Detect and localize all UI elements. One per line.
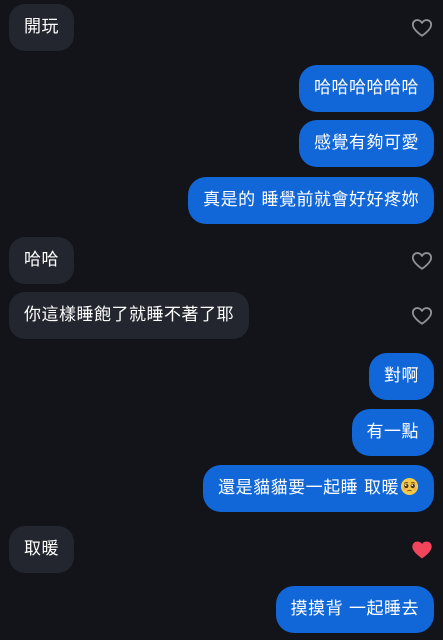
message-text: 開玩: [24, 17, 59, 37]
message-text: 摸摸背 一起睡去: [290, 599, 419, 619]
incoming-message-bubble[interactable]: 開玩: [9, 4, 74, 51]
message-row: 有一點: [0, 409, 443, 456]
outgoing-message-bubble[interactable]: 摸摸背 一起睡去: [275, 586, 434, 633]
message-text: 取暖: [24, 539, 59, 559]
outgoing-message-bubble[interactable]: 感覺有夠可愛: [299, 120, 434, 167]
message-row: 感覺有夠可愛: [0, 120, 443, 167]
heart-outline-icon[interactable]: [411, 17, 433, 39]
message-row: 哈哈: [0, 237, 443, 284]
message-text: 感覺有夠可愛: [314, 133, 419, 153]
message-text: 對啊: [384, 366, 419, 386]
outgoing-message-bubble[interactable]: 真是的 睡覺前就會好好疼妳: [188, 177, 434, 224]
heart-outline-icon[interactable]: [411, 305, 433, 327]
incoming-message-bubble[interactable]: 你這樣睡飽了就睡不著了耶: [9, 292, 249, 339]
message-text: 你這樣睡飽了就睡不著了耶: [24, 305, 234, 325]
heart-outline-icon[interactable]: [411, 250, 433, 272]
message-text: 哈哈哈哈哈哈: [314, 78, 419, 98]
incoming-message-bubble[interactable]: 哈哈: [9, 237, 74, 284]
outgoing-message-bubble[interactable]: 對啊: [369, 353, 434, 400]
message-row: 真是的 睡覺前就會好好疼妳: [0, 177, 443, 224]
heart-filled-icon[interactable]: [411, 539, 433, 561]
message-row: 開玩: [0, 4, 443, 51]
message-row: 哈哈哈哈哈哈: [0, 65, 443, 112]
message-text: 真是的 睡覺前就會好好疼妳: [203, 190, 419, 210]
message-row: 你這樣睡飽了就睡不著了耶: [0, 292, 443, 339]
message-row: 還是貓貓要一起睡 取暖: [0, 465, 443, 512]
chat-thread: 開玩 哈哈哈哈哈哈 感覺有夠可愛 真是的 睡覺前就會好好疼妳 哈哈 你這樣睡飽了…: [0, 0, 443, 640]
message-text: 有一點: [366, 422, 419, 442]
message-text: 哈哈: [24, 250, 59, 270]
pleading-face-emoji: [400, 468, 419, 496]
message-row: 摸摸背 一起睡去: [0, 586, 443, 633]
message-row: 取暖: [0, 526, 443, 573]
outgoing-message-bubble[interactable]: 還是貓貓要一起睡 取暖: [203, 465, 434, 512]
outgoing-message-bubble[interactable]: 有一點: [351, 409, 434, 456]
message-row: 對啊: [0, 353, 443, 400]
outgoing-message-bubble[interactable]: 哈哈哈哈哈哈: [299, 65, 434, 112]
incoming-message-bubble[interactable]: 取暖: [9, 526, 74, 573]
message-text: 還是貓貓要一起睡 取暖: [218, 478, 399, 498]
